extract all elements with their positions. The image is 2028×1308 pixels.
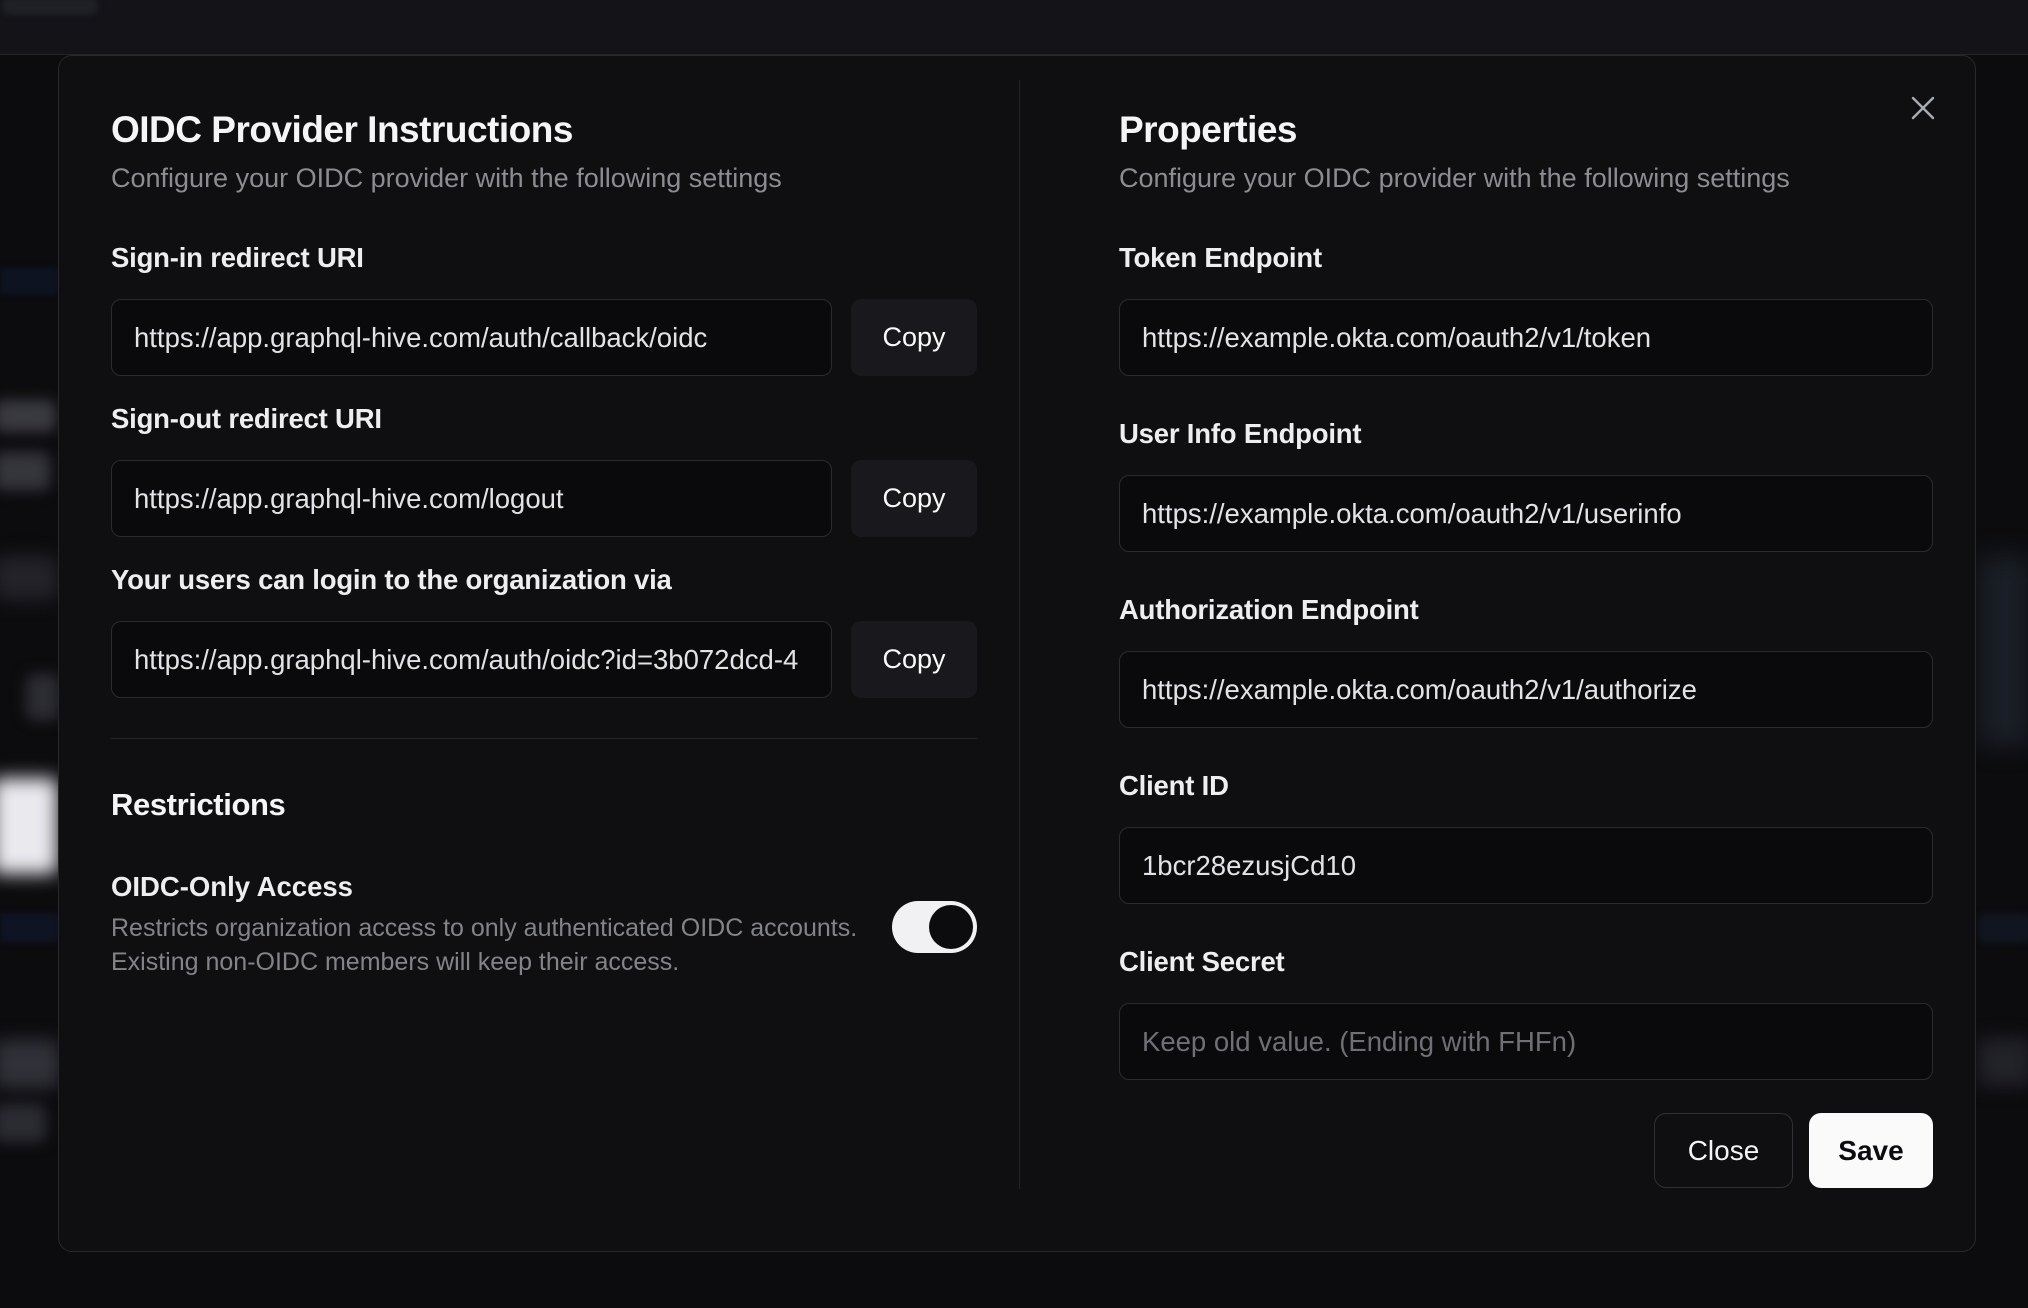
background-ghost-text [0, 1104, 46, 1142]
field-token-endpoint: Token Endpoint [1119, 240, 1933, 376]
background-ghost-text [26, 674, 60, 720]
save-button[interactable]: Save [1809, 1113, 1933, 1188]
close-button[interactable]: Close [1654, 1113, 1793, 1188]
authorization-endpoint-input[interactable] [1119, 651, 1933, 728]
background-ghost-text [0, 452, 50, 490]
field-signin-redirect: Sign-in redirect URI Copy [111, 240, 977, 376]
field-label: Sign-out redirect URI [111, 403, 382, 434]
token-endpoint-input[interactable] [1119, 299, 1933, 376]
properties-title: Properties [1119, 109, 1298, 150]
userinfo-endpoint-input[interactable] [1119, 475, 1933, 552]
toggle-knob [929, 905, 973, 949]
oidc-only-access-toggle[interactable] [892, 901, 977, 953]
background-ghost-strip [1978, 913, 2028, 943]
instructions-column: OIDC Provider Instructions Configure you… [59, 56, 1019, 1251]
background-ghost-toolbar [2, 0, 98, 15]
section-divider [111, 738, 977, 739]
background-ghost-text [0, 400, 56, 432]
field-label: Sign-in redirect URI [111, 242, 364, 273]
background-header-bar [0, 0, 2028, 55]
organization-login-url-input[interactable] [111, 621, 832, 698]
field-authorization-endpoint: Authorization Endpoint [1119, 592, 1933, 728]
instructions-title: OIDC Provider Instructions [111, 109, 573, 150]
copy-button[interactable]: Copy [851, 460, 977, 537]
background-ghost-text [0, 1040, 60, 1088]
field-label: Client ID [1119, 770, 1229, 801]
client-secret-input[interactable] [1119, 1003, 1933, 1080]
copy-button[interactable]: Copy [851, 299, 977, 376]
background-ghost-text [0, 556, 58, 600]
oidc-only-access-label: OIDC-Only Access [111, 871, 353, 902]
field-client-secret: Client Secret [1119, 944, 1933, 1080]
signin-redirect-uri-input[interactable] [111, 299, 832, 376]
oidc-only-access-description: Restricts organization access to only au… [111, 914, 858, 976]
client-id-input[interactable] [1119, 827, 1933, 904]
modal-actions: Close Save [1119, 1113, 1933, 1188]
properties-subtitle: Configure your OIDC provider with the fo… [1119, 163, 1790, 193]
signout-redirect-uri-input[interactable] [111, 460, 832, 537]
instructions-subtitle: Configure your OIDC provider with the fo… [111, 163, 782, 193]
field-label: Token Endpoint [1119, 242, 1322, 273]
field-label: Authorization Endpoint [1119, 594, 1419, 625]
field-label: User Info Endpoint [1119, 418, 1362, 449]
background-ghost-strip [0, 913, 58, 942]
field-label: Client Secret [1119, 946, 1285, 977]
oidc-only-access-row: OIDC-Only Access Restricts organization … [111, 869, 977, 979]
field-label: Your users can login to the organization… [111, 564, 672, 595]
properties-column: Properties Configure your OIDC provider … [1019, 56, 1977, 1251]
background-ghost-text [1978, 1038, 2028, 1086]
background-ghost-button [0, 778, 58, 874]
field-userinfo-endpoint: User Info Endpoint [1119, 416, 1933, 552]
restrictions-title: Restrictions [111, 787, 286, 822]
copy-button[interactable]: Copy [851, 621, 977, 698]
field-login-url: Your users can login to the organization… [111, 562, 977, 698]
background-ghost-right [1978, 556, 2028, 746]
field-client-id: Client ID [1119, 768, 1933, 904]
background-ghost-strip [0, 268, 58, 294]
oidc-settings-modal: OIDC Provider Instructions Configure you… [58, 55, 1976, 1252]
field-signout-redirect: Sign-out redirect URI Copy [111, 401, 977, 537]
